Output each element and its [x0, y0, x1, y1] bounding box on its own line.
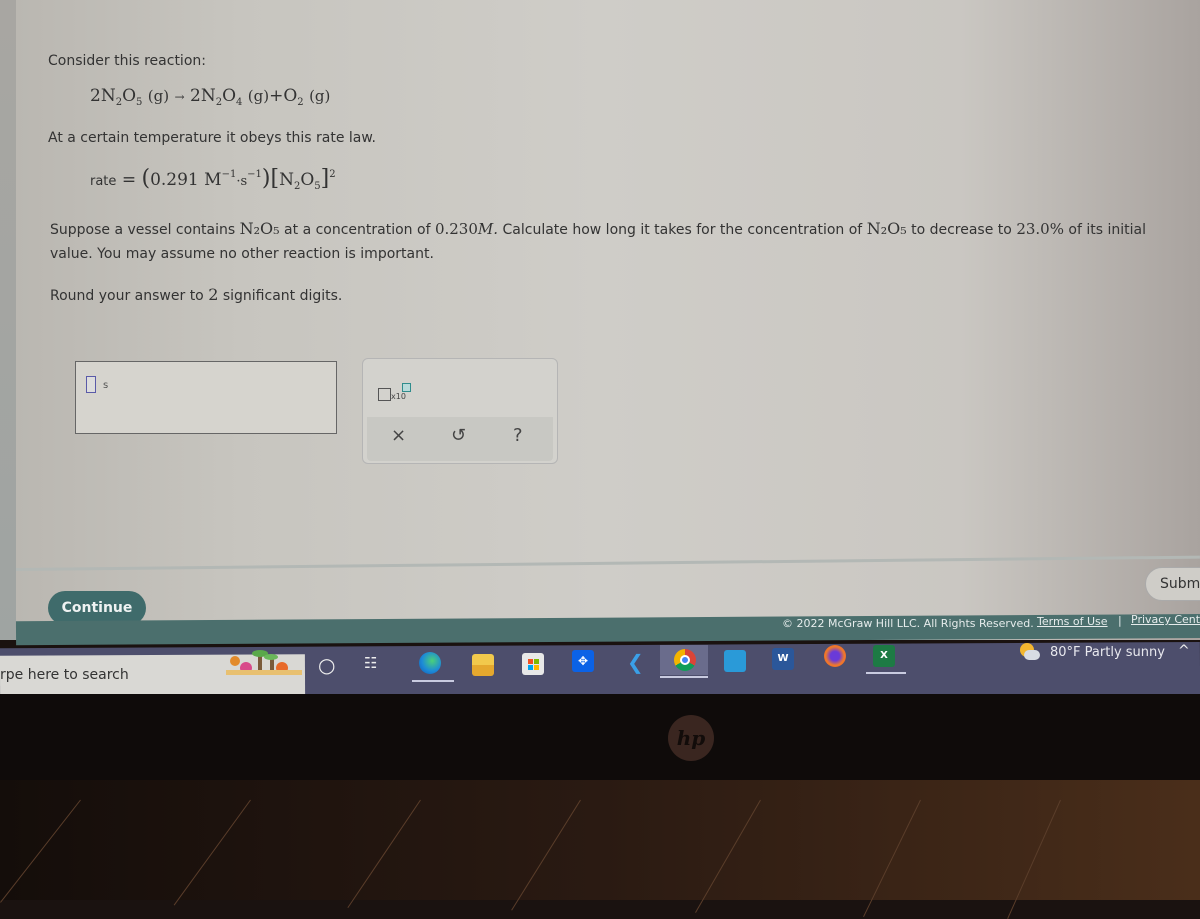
intro-text: Consider this reaction:: [48, 53, 206, 69]
prompt-part2: at a concentration of: [284, 222, 431, 238]
edge-icon[interactable]: [419, 652, 441, 674]
prompt-part4: to decrease to: [911, 222, 1012, 238]
partly-sunny-icon: [1018, 643, 1040, 661]
prompt-line1: Suppose a vessel contains N₂O₅ at a conc…: [50, 219, 1146, 238]
prompt-part3: Calculate how long it takes for the conc…: [502, 222, 863, 238]
initial-concentration: 0.230: [434, 220, 478, 238]
round-part1: Round your answer to: [50, 288, 204, 304]
answer-input-area[interactable]: s: [75, 361, 337, 434]
prompt-part5: of its initial: [1068, 222, 1146, 238]
content-divider: [15, 555, 1200, 571]
firefox-icon[interactable]: [824, 645, 846, 667]
reactant-o: O: [122, 86, 137, 106]
microsoft-store-icon[interactable]: [522, 653, 544, 675]
reactant-state: (g): [147, 87, 170, 105]
reactant-coef: 2: [90, 86, 101, 106]
round-part2: significant digits.: [222, 288, 343, 304]
cortana-icon[interactable]: ○: [318, 653, 335, 677]
prompt-species: N₂O₅: [239, 219, 280, 238]
edge-active-indicator: [412, 680, 454, 682]
unit-exp1: −1: [221, 169, 237, 180]
weather-temp: 80°F: [1050, 645, 1081, 660]
species-o: O: [300, 170, 315, 190]
target-percent: 23.0%: [1016, 220, 1064, 238]
search-highlight-icon[interactable]: [226, 648, 302, 676]
taskbar-search-placeholder[interactable]: rpe here to search: [0, 667, 129, 683]
hp-logo-icon: hp: [668, 715, 714, 761]
rate-constant-unit: M: [204, 170, 222, 190]
math-tools-panel: x10 × ↺ ?: [362, 358, 558, 464]
equals-sign: =: [121, 170, 137, 190]
file-explorer-icon[interactable]: [472, 654, 494, 676]
concentration-unit: M.: [477, 220, 499, 238]
weather-widget[interactable]: 80°F Partly sunny: [1050, 645, 1165, 660]
product2-o: O: [283, 86, 298, 106]
undo-button[interactable]: ↺: [451, 425, 466, 446]
tray-chevron-icon[interactable]: ^: [1178, 643, 1190, 659]
privacy-center-link[interactable]: Privacy Cente: [1131, 613, 1200, 626]
prompt-species-2: N₂O₅: [866, 219, 907, 238]
help-button[interactable]: ?: [513, 425, 523, 446]
task-view-icon[interactable]: ☷: [364, 654, 377, 672]
unit-seconds: ·s: [236, 174, 248, 189]
x10-label: x10: [391, 392, 406, 401]
arrow-icon: →: [174, 90, 185, 104]
reaction-equation: 2N2O5 (g) → 2N2O4 (g)+O2 (g): [90, 86, 330, 108]
chrome-icon[interactable]: [674, 649, 696, 671]
mantissa-box-icon: [378, 388, 391, 401]
product1-o: O: [222, 86, 236, 106]
species-n: N: [279, 170, 294, 190]
footer-separator: |: [1118, 614, 1122, 627]
product1-n: N: [200, 86, 216, 106]
answer-unit: s: [103, 380, 109, 391]
product1-state: (g): [247, 87, 270, 105]
sig-digits: 2: [208, 285, 219, 304]
prompt-line2: value. You may assume no other reaction …: [50, 246, 434, 262]
excel-active-indicator: [866, 672, 906, 674]
chrome-active-indicator: [660, 676, 708, 678]
reactant-n: N: [100, 86, 116, 106]
question-content: Consider this reaction: 2N2O5 (g) → 2N2O…: [0, 0, 1200, 640]
prompt-part1: Suppose a vessel contains: [50, 222, 236, 238]
clear-button[interactable]: ×: [391, 425, 406, 446]
rate-label: rate: [90, 174, 117, 189]
word-icon[interactable]: W: [772, 648, 794, 670]
reactant-sub2: 5: [136, 97, 143, 108]
rate-constant-value: 0.291: [150, 170, 199, 190]
product1-coef: 2: [189, 86, 201, 106]
copyright-text: © 2022 McGraw Hill LLC. All Rights Reser…: [782, 617, 1034, 630]
product2-sub1: 2: [297, 97, 304, 108]
submit-button[interactable]: Subm: [1145, 567, 1200, 601]
weather-description: Partly sunny: [1084, 645, 1165, 660]
product1-sub2: 4: [236, 97, 243, 108]
browser-screen: Consider this reaction: 2N2O5 (g) → 2N2O…: [0, 0, 1200, 646]
laptop-keyboard-grille: [0, 780, 1200, 900]
tools-action-row: × ↺ ?: [367, 417, 553, 461]
plus-sign: +: [269, 86, 284, 106]
exponent-box-icon: [402, 383, 411, 392]
reaction-order: 2: [329, 169, 336, 180]
product2-state: (g): [309, 87, 331, 105]
answer-input[interactable]: [86, 376, 96, 393]
excel-icon[interactable]: X: [873, 645, 895, 667]
rate-law-intro: At a certain temperature it obeys this r…: [48, 130, 376, 146]
terms-of-use-link[interactable]: Terms of Use: [1037, 615, 1108, 628]
rounding-instruction: Round your answer to 2 significant digit…: [50, 285, 342, 304]
dropbox-icon[interactable]: ✥: [572, 650, 594, 672]
mail-icon[interactable]: [724, 650, 746, 672]
rate-law-equation: rate = (0.291 M−1·s−1)[N2O5]2: [90, 166, 336, 192]
unit-exp2: −1: [247, 169, 262, 180]
laptop-bezel: [0, 694, 1200, 794]
power-automate-icon[interactable]: ❮: [627, 650, 644, 674]
